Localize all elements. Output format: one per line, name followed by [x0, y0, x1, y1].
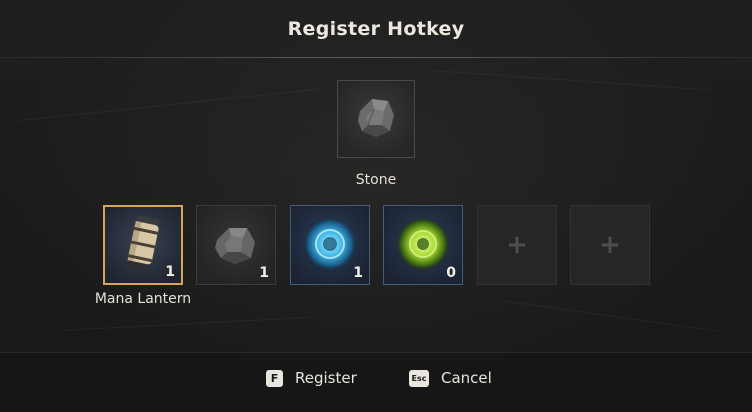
hotkey-slot-6-empty[interactable]: + — [570, 205, 650, 285]
register-hotkey-dialog: Register Hotkey Stone 1 Mana Lantern 1 1… — [0, 0, 752, 412]
esc-key-icon: Esc — [409, 369, 429, 387]
cancel-button[interactable]: Esc Cancel — [409, 368, 492, 388]
hotkey-slot-3[interactable]: 1 — [290, 205, 370, 285]
hotkey-slot-2[interactable]: 1 — [196, 205, 276, 285]
background-scratch — [499, 300, 718, 332]
stone-icon — [358, 99, 394, 137]
slot-count: 0 — [446, 265, 456, 281]
register-button[interactable]: F Register — [266, 368, 357, 388]
hotkey-slot-1[interactable]: 1 — [103, 205, 183, 285]
selected-slot-label: Mana Lantern — [94, 291, 192, 307]
title-divider — [0, 57, 752, 58]
background-scratch — [20, 88, 319, 121]
dialog-footer — [0, 352, 752, 412]
slot-count: 1 — [353, 265, 363, 281]
background-scratch — [60, 316, 310, 331]
dialog-title: Register Hotkey — [287, 18, 465, 40]
preview-item-name: Stone — [355, 172, 397, 188]
slot-count: 1 — [165, 264, 175, 280]
cancel-label: Cancel — [441, 369, 492, 387]
plus-icon: + — [506, 230, 528, 260]
title-bar: Register Hotkey — [0, 0, 752, 58]
hotkey-slot-5-empty[interactable]: + — [477, 205, 557, 285]
hotkey-slot-4[interactable]: 0 — [383, 205, 463, 285]
f-key-icon: F — [266, 369, 283, 387]
background-scratch — [429, 70, 710, 91]
slot-count: 1 — [259, 265, 269, 281]
selected-item-preview — [337, 80, 415, 158]
plus-icon: + — [599, 230, 621, 260]
register-label: Register — [295, 369, 357, 387]
footer-divider — [0, 352, 752, 353]
